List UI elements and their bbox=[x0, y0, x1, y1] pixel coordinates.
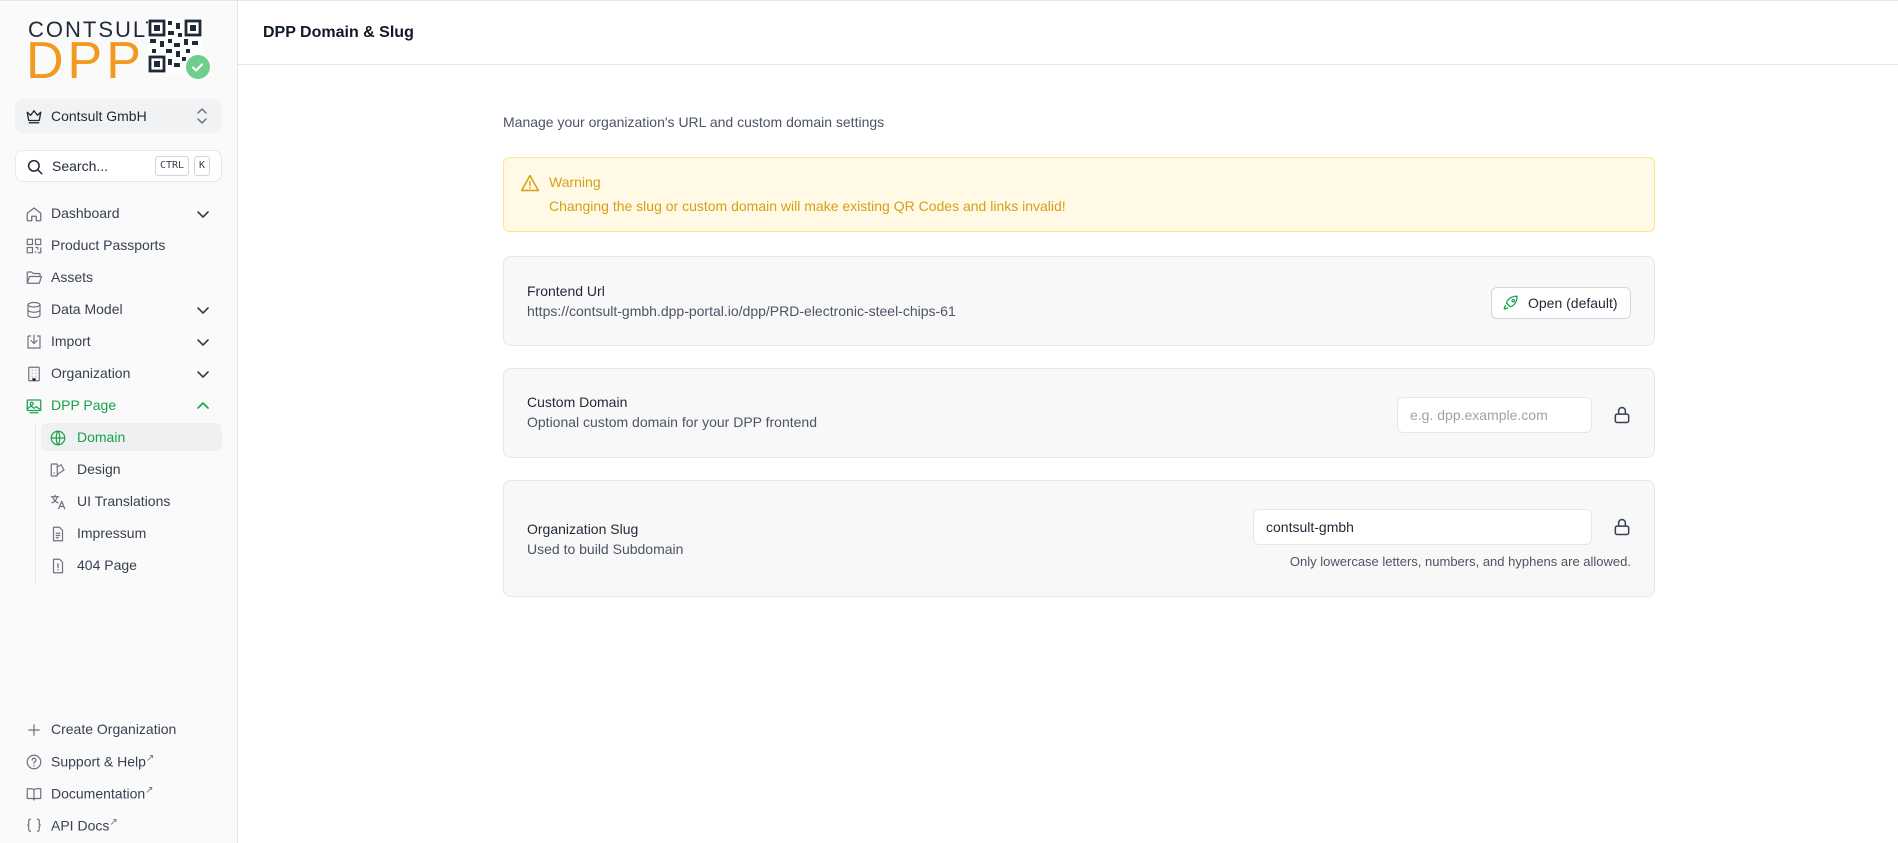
slug-hint-text: Only lowercase letters, numbers, and hyp… bbox=[1289, 554, 1631, 569]
sidebar-item-label: Product Passports bbox=[51, 237, 166, 253]
external-link-icon: ↗ bbox=[109, 817, 118, 828]
sidebar-subitem-impressum[interactable]: Impressum bbox=[41, 519, 222, 547]
database-icon bbox=[27, 301, 41, 319]
create-organization-link[interactable]: Create Organization bbox=[15, 715, 222, 743]
sidebar-item-label: Assets bbox=[51, 269, 94, 285]
languages-icon bbox=[50, 494, 66, 510]
search-button[interactable]: Search... CTRL K bbox=[15, 150, 222, 182]
chevron-down-icon bbox=[197, 307, 209, 314]
chevron-down-icon bbox=[197, 371, 209, 378]
shortcut-key-k: K bbox=[194, 156, 211, 176]
rocket-icon bbox=[1503, 295, 1518, 310]
sidebar-item-label: DPP Page bbox=[51, 397, 117, 413]
custom-domain-description: Optional custom domain for your DPP fron… bbox=[527, 414, 818, 430]
sidebar-item-import[interactable]: Import bbox=[15, 327, 222, 355]
sidebar-subitem-label: 404 Page bbox=[77, 557, 137, 573]
file-warning-icon bbox=[52, 558, 64, 574]
image-gallery-icon bbox=[26, 399, 42, 414]
custom-domain-input[interactable] bbox=[1397, 397, 1592, 433]
sidebar-item-organization[interactable]: Organization bbox=[15, 359, 222, 387]
frontend-url-title: Frontend Url bbox=[527, 283, 605, 299]
sidebar-item-label: Dashboard bbox=[51, 205, 120, 221]
file-text-icon bbox=[52, 526, 64, 542]
sidebar-subitem-domain[interactable]: Domain bbox=[41, 423, 222, 451]
sidebar-item-label-wrap: Support & Help↗ bbox=[51, 753, 154, 770]
sidebar-item-label: Create Organization bbox=[51, 721, 177, 737]
submenu-rail bbox=[35, 425, 36, 583]
app-logo[interactable]: CONTSULT DPP bbox=[26, 17, 216, 90]
search-icon bbox=[27, 159, 43, 175]
sidebar: CONTSULT DPP Contsult GmbH Search... CTR… bbox=[0, 1, 238, 843]
custom-domain-title: Custom Domain bbox=[527, 394, 628, 410]
open-frontend-button[interactable]: Open (default) bbox=[1491, 287, 1631, 319]
page-title: DPP Domain & Slug bbox=[263, 24, 414, 41]
check-badge-icon bbox=[184, 53, 212, 81]
globe-icon bbox=[50, 430, 66, 446]
sidebar-item-dpp-page[interactable]: DPP Page bbox=[15, 391, 222, 419]
organization-slug-description: Used to build Subdomain bbox=[527, 541, 684, 557]
organization-slug-title: Organization Slug bbox=[527, 521, 639, 537]
sidebar-subitem-404-page[interactable]: 404 Page bbox=[41, 551, 222, 579]
home-icon bbox=[26, 207, 42, 222]
warning-alert: Warning Changing the slug or custom doma… bbox=[503, 157, 1655, 232]
sidebar-item-label-wrap: Documentation↗ bbox=[51, 785, 154, 802]
sidebar-item-assets[interactable]: Assets bbox=[15, 263, 222, 291]
warning-title: Warning bbox=[549, 174, 601, 190]
chevron-down-icon bbox=[197, 211, 209, 218]
sidebar-subitem-ui-translations[interactable]: UI Translations bbox=[41, 487, 222, 515]
support-help-link[interactable]: Support & Help↗ bbox=[15, 747, 222, 775]
frontend-url-value: https://contsult-gmbh.dpp-portal.io/dpp/… bbox=[527, 303, 956, 319]
custom-domain-card: Custom Domain Optional custom domain for… bbox=[503, 368, 1655, 458]
sidebar-item-dashboard[interactable]: Dashboard bbox=[15, 199, 222, 227]
documentation-link[interactable]: Documentation↗ bbox=[15, 779, 222, 807]
sidebar-subitem-label: Impressum bbox=[77, 525, 147, 541]
sidebar-item-label: Data Model bbox=[51, 301, 123, 317]
alert-triangle-icon bbox=[520, 174, 540, 192]
external-link-icon: ↗ bbox=[145, 753, 155, 764]
sidebar-subitem-label: Design bbox=[77, 461, 121, 477]
sidebar-item-label: API Docs bbox=[51, 817, 110, 834]
sidebar-item-label: Documentation bbox=[51, 785, 146, 802]
sidebar-item-label: Import bbox=[51, 333, 91, 349]
frontend-url-card: Frontend Url https://contsult-gmbh.dpp-p… bbox=[503, 256, 1655, 346]
sidebar-item-label: Support & Help bbox=[51, 753, 146, 770]
api-docs-link[interactable]: API Docs↗ bbox=[15, 811, 222, 839]
logo-wordmark-main: DPP bbox=[26, 32, 145, 90]
book-icon bbox=[26, 788, 42, 801]
sidebar-item-product-passports[interactable]: Product Passports bbox=[15, 231, 222, 259]
chevrons-up-down-icon bbox=[197, 108, 207, 124]
sidebar-item-data-model[interactable]: Data Model bbox=[15, 295, 222, 323]
external-link-icon: ↗ bbox=[145, 785, 154, 796]
plus-icon bbox=[28, 724, 40, 736]
organization-name: Contsult GmbH bbox=[51, 108, 147, 124]
chevron-down-icon bbox=[197, 339, 209, 346]
lock-icon[interactable] bbox=[1612, 517, 1632, 537]
sidebar-subitem-label: Domain bbox=[77, 429, 126, 445]
crown-icon bbox=[26, 110, 42, 124]
sidebar-item-label-wrap: API Docs↗ bbox=[51, 817, 118, 834]
folder-open-icon bbox=[26, 271, 43, 284]
organization-switcher[interactable]: Contsult GmbH bbox=[15, 99, 222, 133]
sidebar-item-label: Organization bbox=[51, 365, 131, 381]
organization-slug-input[interactable] bbox=[1253, 509, 1592, 545]
search-label: Search... bbox=[52, 158, 109, 174]
chevron-up-icon bbox=[197, 402, 209, 409]
page-header: DPP Domain & Slug bbox=[238, 1, 1898, 65]
lock-icon[interactable] bbox=[1612, 405, 1632, 425]
building-icon bbox=[28, 366, 40, 382]
sidebar-subitem-label: UI Translations bbox=[77, 493, 171, 509]
warning-message: Changing the slug or custom domain will … bbox=[549, 198, 1066, 214]
qr-icon bbox=[26, 238, 42, 254]
help-circle-icon bbox=[26, 754, 42, 770]
braces-icon bbox=[27, 818, 41, 832]
organization-slug-card: Organization Slug Used to build Subdomai… bbox=[503, 480, 1655, 597]
open-frontend-button-label: Open (default) bbox=[1528, 295, 1618, 311]
palette-icon bbox=[50, 463, 65, 477]
sidebar-subitem-design[interactable]: Design bbox=[41, 455, 222, 483]
import-icon bbox=[27, 334, 41, 349]
page-subtitle: Manage your organization's URL and custo… bbox=[503, 114, 885, 130]
shortcut-key-ctrl: CTRL bbox=[155, 156, 190, 176]
